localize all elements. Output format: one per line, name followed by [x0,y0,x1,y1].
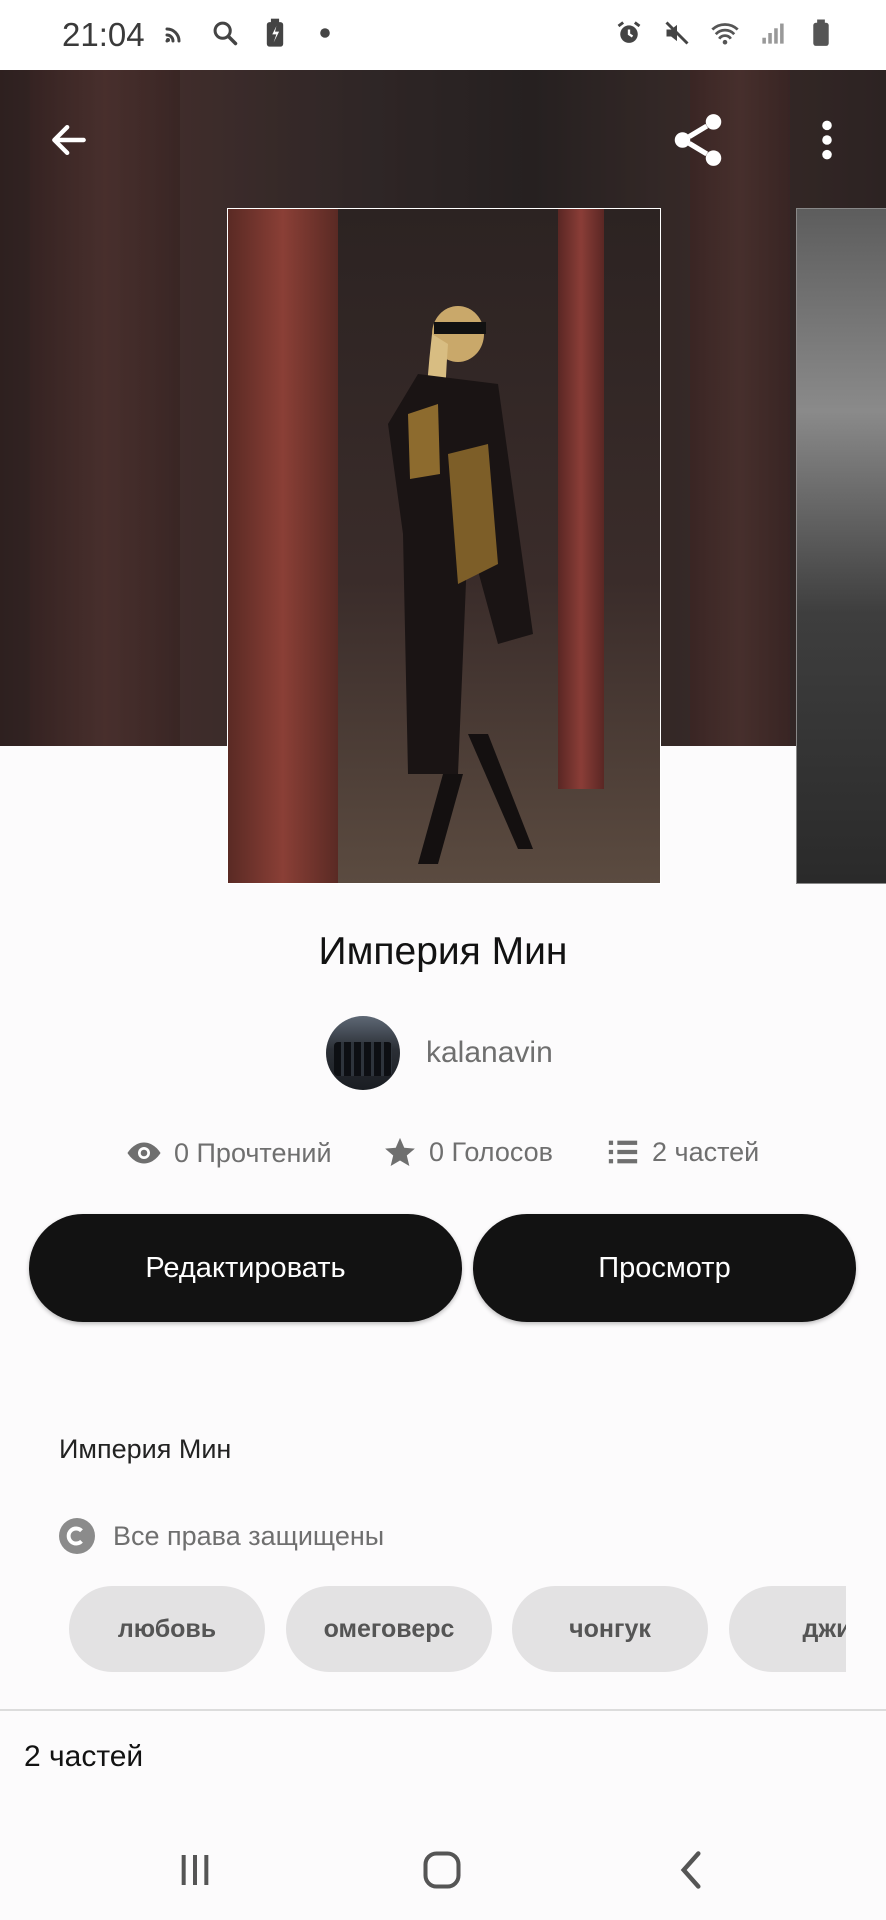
status-bar: 21:04 [0,0,886,70]
tag-chip[interactable]: омеговерс [286,1586,492,1672]
status-time: 21:04 [62,16,145,53]
copyright-info: Все права защищены [59,1518,384,1554]
home-icon [423,1851,461,1889]
mute-icon [662,18,692,48]
share-button[interactable] [663,105,733,175]
recent-apps-button[interactable] [160,1840,230,1900]
battery-saver-icon [260,18,290,48]
reads-count: 0 Прочтений [174,1137,332,1168]
eye-icon [127,1142,161,1164]
edit-button[interactable]: Редактировать [29,1214,462,1322]
parts-section-label: 2 частей [24,1740,144,1773]
next-story-cover[interactable] [796,208,886,884]
dot-icon [310,18,340,48]
tag-chip[interactable]: чонгук [512,1586,708,1672]
more-vertical-icon [822,120,832,160]
recent-apps-icon [181,1855,209,1885]
wifi-icon [710,18,740,48]
star-icon [385,1137,415,1167]
votes-stat: 0 Голосов [383,1135,553,1169]
system-nav-bar [0,1810,886,1920]
reads-stat: 0 Прочтений [126,1135,332,1171]
status-right-icons [614,18,836,48]
copyright-icon [59,1518,95,1554]
story-stats: 0 Прочтений 0 Голосов 2 частей [0,1135,886,1179]
list-icon [608,1140,638,1164]
divider [0,1709,886,1711]
home-button[interactable] [407,1840,477,1900]
votes-count: 0 Голосов [429,1136,553,1167]
status-left-icons [160,18,340,48]
preview-button[interactable]: Просмотр [473,1214,856,1322]
story-title: Империя Мин [318,930,568,973]
back-nav-button[interactable] [656,1840,726,1900]
author-name: kalanavin [426,1036,553,1069]
tag-chip[interactable]: джи [729,1586,846,1672]
author-link[interactable]: kalanavin [326,1016,553,1090]
copyright-text: Все права защищены [113,1520,385,1551]
search-icon [210,18,240,48]
chevron-left-icon [680,1851,701,1889]
arrow-left-icon [52,124,86,156]
avatar [326,1016,400,1090]
cover-figure [388,306,533,864]
tag-list: любовь омеговерс чонгук джи [0,1586,846,1672]
share-icon [674,114,722,166]
battery-icon [806,18,836,48]
story-description: Империя Мин [59,1434,232,1464]
signal-icon [758,18,788,48]
cast-icon [160,18,190,48]
alarm-icon [614,18,644,48]
parts-stat: 2 частей [606,1135,759,1169]
story-cover[interactable] [227,208,661,884]
parts-count: 2 частей [652,1136,760,1167]
tag-chip[interactable]: любовь [69,1586,265,1672]
more-options-button[interactable] [792,105,862,175]
back-button[interactable] [34,105,104,175]
